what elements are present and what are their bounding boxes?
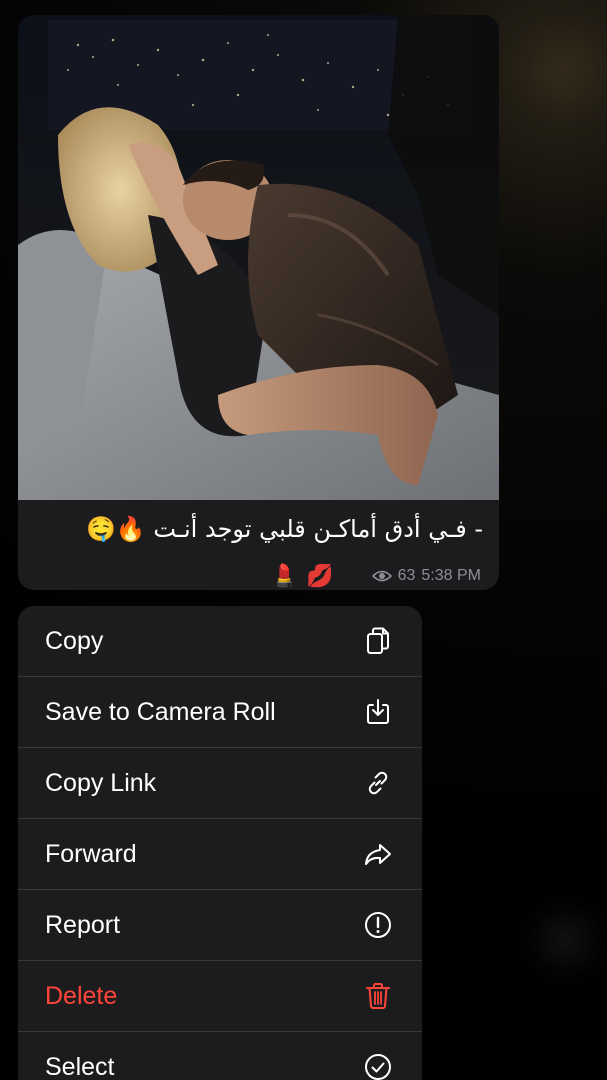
menu-item-label: Copy: [45, 626, 104, 655]
eye-icon: [371, 569, 392, 583]
menu-item-label: Delete: [45, 981, 118, 1010]
menu-item-label: Select: [45, 1052, 115, 1080]
message-photo[interactable]: [18, 15, 499, 500]
menu-item-report[interactable]: Report: [18, 890, 422, 961]
message-meta: 💄💋 63 5:38 PM: [271, 563, 481, 589]
exclamation-circle-icon: [362, 909, 394, 941]
menu-item-label: Forward: [45, 839, 137, 868]
message-time: 5:38 PM: [421, 567, 481, 584]
background-blur: [545, 920, 585, 960]
trash-icon: [362, 980, 394, 1012]
menu-item-label: Save to Camera Roll: [45, 697, 276, 726]
message-bubble[interactable]: - فـي أدق أماكـن قلبي توجد أنـت 🔥🤤 💄💋 63…: [18, 15, 499, 590]
menu-item-copy[interactable]: Copy: [18, 606, 422, 677]
menu-item-select[interactable]: Select: [18, 1032, 422, 1080]
menu-item-delete[interactable]: Delete: [18, 961, 422, 1032]
caption-emoji: 💄💋: [270, 563, 342, 588]
link-icon: [362, 767, 394, 799]
background-blur: [535, 40, 595, 100]
menu-item-save-to-camera-roll[interactable]: Save to Camera Roll: [18, 677, 422, 748]
forward-arrow-icon: [362, 838, 394, 870]
message-caption: - فـي أدق أماكـن قلبي توجد أنـت 🔥🤤: [86, 515, 483, 543]
context-menu: Copy Save to Camera Roll Copy Link Forwa…: [18, 606, 422, 1080]
copy-icon: [362, 625, 394, 657]
menu-item-label: Report: [45, 910, 121, 939]
view-count: 63: [397, 567, 416, 584]
menu-item-forward[interactable]: Forward: [18, 819, 422, 890]
screen: - فـي أدق أماكـن قلبي توجد أنـت 🔥🤤 💄💋 63…: [0, 0, 607, 1080]
menu-item-label: Copy Link: [45, 768, 157, 797]
menu-item-copy-link[interactable]: Copy Link: [18, 748, 422, 819]
checkmark-circle-icon: [362, 1051, 394, 1080]
save-download-icon: [362, 696, 394, 728]
photo-image: [18, 15, 499, 500]
